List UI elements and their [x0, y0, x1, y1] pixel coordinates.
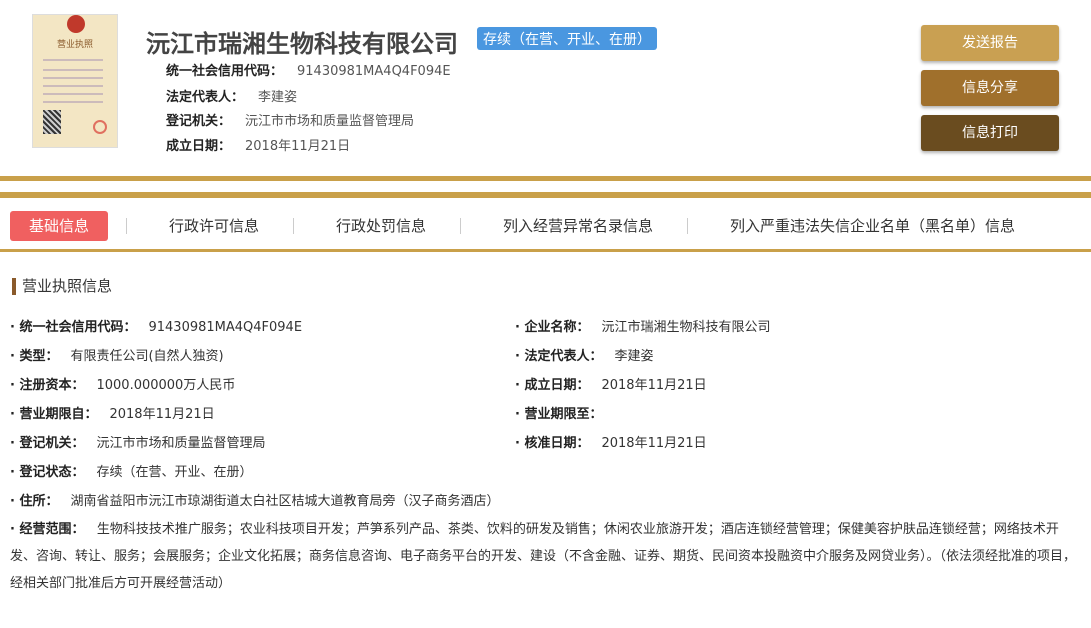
status-badge: 存续（在营、开业、在册） [477, 27, 657, 50]
business-license-image: 营业执照 [32, 14, 118, 148]
field-legal-rep: 法定代表人：李建姿 [515, 345, 654, 364]
field-established: 成立日期：2018年11月21日 [515, 374, 707, 393]
field-term-from: 营业期限自：2018年11月21日 [10, 403, 215, 422]
field-approval-date: 核准日期：2018年11月21日 [515, 432, 707, 451]
field-term-to: 营业期限至： [515, 403, 614, 422]
field-address: 住所：湖南省益阳市沅江市琼湖街道太白社区桔城大道教育局旁（汉子商务酒店） [10, 490, 500, 509]
tab-blacklist[interactable]: 列入严重违法失信企业名单（黑名单）信息 [720, 211, 1025, 241]
field-type: 类型：有限责任公司(自然人独资) [10, 345, 224, 364]
national-emblem-icon [67, 15, 85, 33]
tab-abnormal-list[interactable]: 列入经营异常名录信息 [493, 211, 663, 241]
share-button[interactable]: 信息分享 [921, 70, 1059, 106]
divider [0, 249, 1091, 252]
seal-icon [93, 120, 107, 134]
company-name: 沅江市瑞湘生物科技有限公司 [146, 30, 458, 58]
tab-admin-license[interactable]: 行政许可信息 [159, 211, 269, 241]
field-capital: 注册资本：1000.000000万人民币 [10, 374, 235, 393]
field-credit-code: 统一社会信用代码：91430981MA4Q4F094E [10, 316, 302, 335]
field-business-scope: 经营范围： 生物科技技术推广服务；农业科技项目开发；芦笋系列产品、茶类、饮料的研… [10, 516, 1080, 597]
print-button[interactable]: 信息打印 [921, 115, 1059, 151]
divider [0, 176, 1091, 181]
header-credit-code: 统一社会信用代码： 91430981MA4Q4F094E [166, 64, 451, 79]
tab-basic-info[interactable]: 基础信息 [10, 211, 108, 241]
field-company-name: 企业名称：沅江市瑞湘生物科技有限公司 [515, 316, 771, 335]
section-title: 营业执照信息 [12, 278, 112, 295]
license-title: 营业执照 [56, 40, 93, 50]
send-report-button[interactable]: 发送报告 [921, 25, 1059, 61]
divider [0, 192, 1091, 198]
tab-bar: 基础信息 行政许可信息 行政处罚信息 列入经营异常名录信息 列入严重违法失信企业… [0, 208, 1091, 244]
header-established: 成立日期： 2018年11月21日 [166, 139, 351, 154]
field-authority: 登记机关：沅江市市场和质量监督管理局 [10, 432, 266, 451]
qr-code-icon [43, 110, 61, 134]
field-reg-status: 登记状态：存续（在营、开业、在册） [10, 461, 253, 480]
header-legal-rep: 法定代表人： 李建姿 [166, 90, 298, 105]
header-authority: 登记机关： 沅江市市场和质量监督管理局 [166, 114, 415, 129]
tab-admin-penalty[interactable]: 行政处罚信息 [326, 211, 436, 241]
